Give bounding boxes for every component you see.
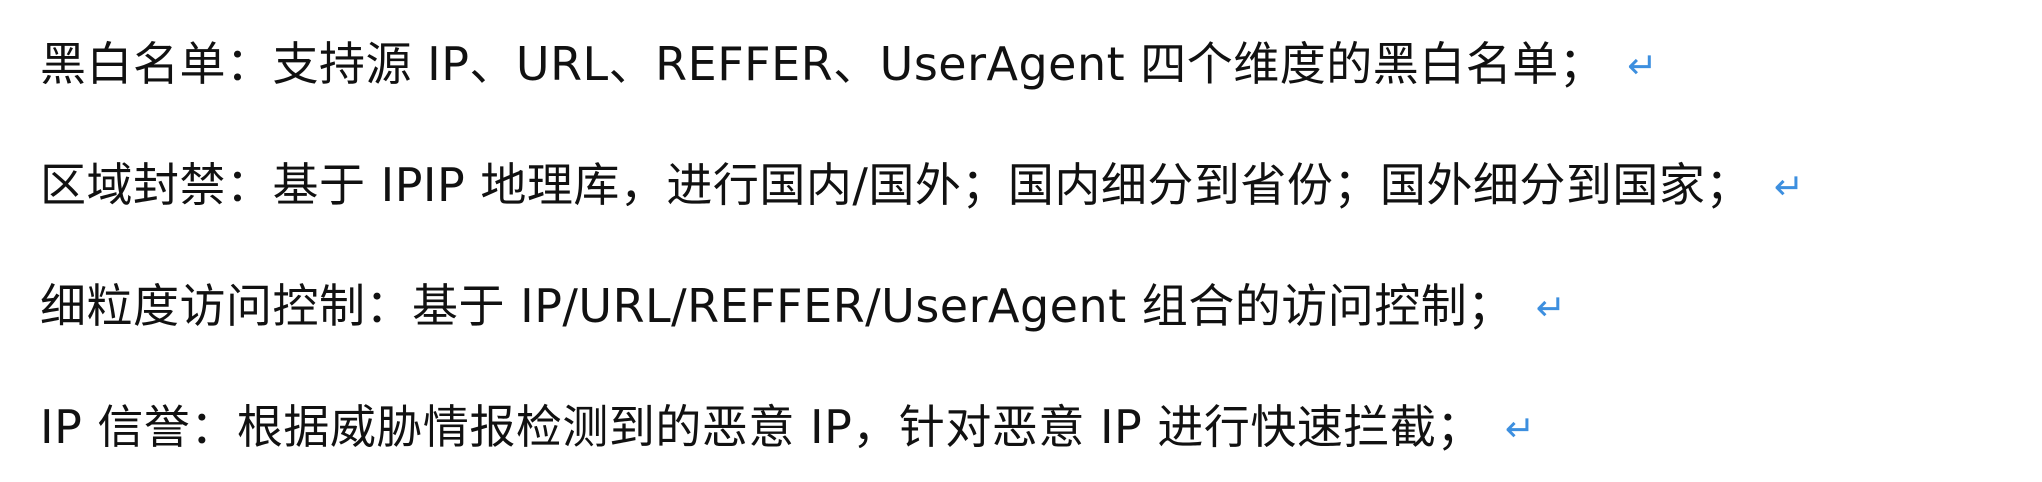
paragraph-mark-icon: ↵ — [1773, 167, 1805, 208]
paragraph-mark-icon: ↵ — [1627, 46, 1658, 87]
paragraph-text: IP 信誉：根据威胁情报检测到的恶意 IP，针对恶意 IP 进行快速拦截； — [40, 400, 1483, 454]
paragraph-text: 黑白名单：支持源 IP、URL、REFFER、UserAgent 四个维度的黑白… — [40, 37, 1606, 91]
paragraph-access-control: 细粒度访问控制：基于 IP/URL/REFFER/UserAgent 组合的访问… — [40, 276, 1566, 336]
paragraph-text: 区域封禁：基于 IPIP 地理库，进行国内/国外；国内细分到省份；国外细分到国家… — [40, 158, 1752, 212]
paragraph-mark-icon: ↵ — [1504, 409, 1536, 450]
paragraph-blacklist-whitelist: 黑白名单：支持源 IP、URL、REFFER、UserAgent 四个维度的黑白… — [40, 34, 1658, 94]
paragraph-region-block: 区域封禁：基于 IPIP 地理库，进行国内/国外；国内细分到省份；国外细分到国家… — [40, 155, 1805, 215]
paragraph-ip-reputation: IP 信誉：根据威胁情报检测到的恶意 IP，针对恶意 IP 进行快速拦截； ↵ — [40, 397, 1536, 457]
paragraph-text: 细粒度访问控制：基于 IP/URL/REFFER/UserAgent 组合的访问… — [40, 279, 1514, 333]
paragraph-mark-icon: ↵ — [1535, 288, 1567, 329]
